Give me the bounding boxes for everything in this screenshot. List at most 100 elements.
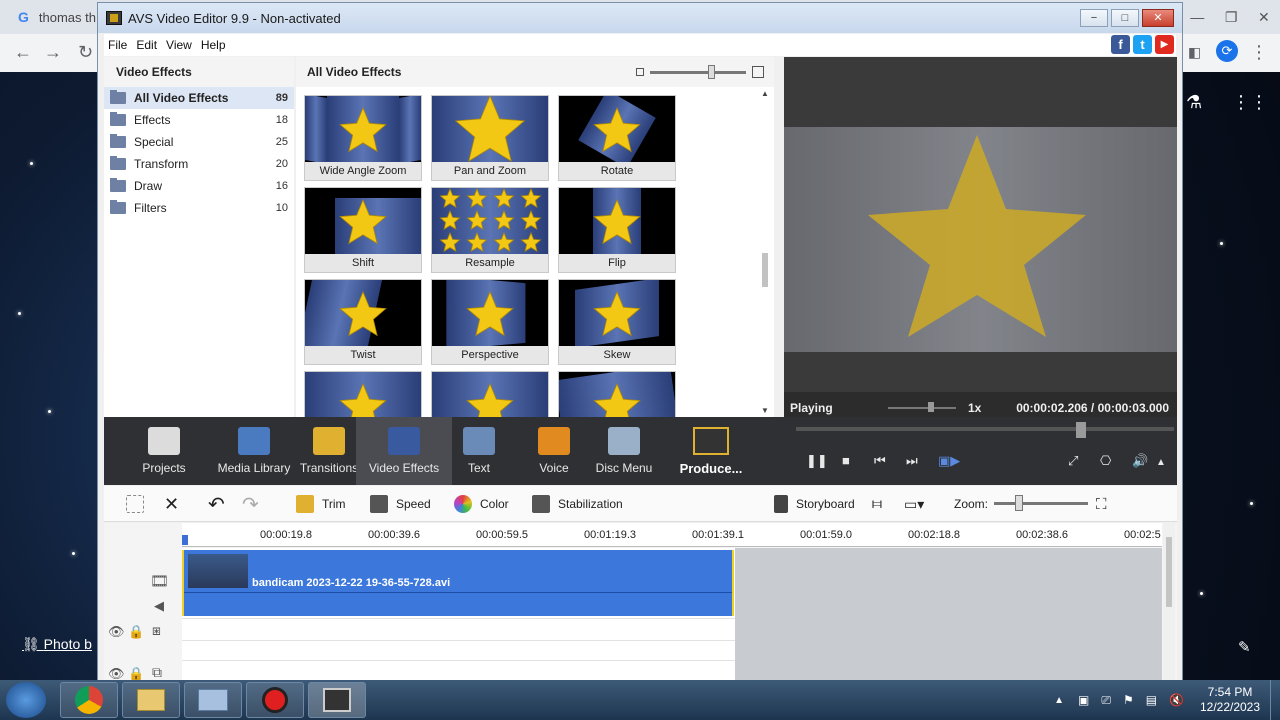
tray-app-icon-2[interactable]: ⎚ [1101,693,1111,708]
thumbnail-size-knob[interactable] [708,64,715,79]
menu-help[interactable]: Help [201,38,226,52]
minimize-icon[interactable]: — [1190,9,1204,25]
menu-file[interactable]: File [108,38,127,52]
effect-tile[interactable] [558,371,676,417]
speaker-muted-icon[interactable]: 🔇 [1169,693,1184,707]
twitter-icon[interactable]: t [1133,35,1152,54]
category-item[interactable]: All Video Effects 89 [104,87,294,109]
visibility-eye-icon[interactable]: 👁 [108,624,125,640]
effect-tile[interactable]: Pan and Zoom [431,95,549,181]
previous-frame-icon[interactable]: ⏮ [874,453,886,469]
audio-mixer-button[interactable]: ⧦ [872,486,882,522]
pause-icon[interactable]: ❚❚ [806,453,828,469]
mute-audio-icon[interactable]: ◀ [154,598,164,614]
profile-sync-icon[interactable]: ⟳ [1216,40,1238,62]
view-options-button[interactable]: ▭▾ [904,486,924,522]
lab-flask-icon[interactable]: ⚗ [1186,92,1202,113]
restore-icon[interactable]: ❐ [1225,9,1238,26]
delete-button[interactable]: ✕ [164,486,179,522]
undo-button[interactable]: ↶ [208,486,225,522]
reload-icon[interactable]: ↻ [78,42,93,63]
taskbar-explorer[interactable] [122,682,180,718]
effect-tile[interactable]: Shift [304,187,422,273]
next-frame-icon[interactable]: ⏭ [906,453,918,469]
scroll-down-icon[interactable]: ▼ [760,406,770,415]
volume-dropdown-icon[interactable]: ▲ [1156,457,1166,468]
taskbar-avs[interactable] [308,682,366,718]
taskbar-chrome[interactable] [60,682,118,718]
effect-tile[interactable]: Wide Angle Zoom [304,95,422,181]
edit-pencil-icon[interactable]: ✎ [1238,638,1251,656]
category-item[interactable]: Effects 18 [104,109,294,131]
preview-frame[interactable] [784,127,1177,352]
close-icon[interactable]: ✕ [1258,9,1270,26]
zoom-knob[interactable] [1015,495,1023,511]
minimize-button[interactable]: − [1080,9,1108,27]
menu-edit[interactable]: Edit [136,38,157,52]
lock-icon[interactable]: 🔒 [128,624,144,640]
extension-icon[interactable]: ◧ [1188,44,1201,61]
browser-menu-icon[interactable]: ⋮ [1250,42,1268,63]
scroll-up-icon[interactable]: ▲ [760,89,770,98]
apps-grid-icon[interactable]: ⋮⋮ [1232,92,1268,113]
tray-expand-icon[interactable]: ▲ [1054,695,1064,706]
taskbar-clock[interactable]: 7:54 PM 12/22/2023 [1190,685,1270,715]
taskbar-computer[interactable] [184,682,242,718]
mode-media-library[interactable]: Media Library [208,417,300,485]
network-icon[interactable]: ▤ [1146,693,1157,707]
playhead-marker[interactable] [182,535,188,545]
effect-tile[interactable]: Perspective [431,279,549,365]
split-button[interactable] [126,486,152,522]
timeline-scroll-thumb[interactable] [1166,537,1172,607]
timeline-scrollbar[interactable] [1163,523,1175,683]
mode-disc-menu[interactable]: Disc Menu [582,417,666,485]
redo-button[interactable]: ↷ [242,486,259,522]
taskbar-bandicam[interactable] [246,682,304,718]
thumbnail-size-slider[interactable] [636,64,764,79]
effect-tile[interactable] [431,371,549,417]
action-center-flag-icon[interactable]: ⚑ [1123,693,1134,707]
stabilization-button[interactable]: Stabilization [532,486,623,522]
trim-button[interactable]: Trim [296,486,346,522]
facebook-icon[interactable]: f [1111,35,1130,54]
menu-view[interactable]: View [166,38,192,52]
grid-scrollbar[interactable]: ▲ ▼ [760,87,770,417]
snapshot-icon[interactable]: ⎔ [1100,453,1111,469]
effect-tile[interactable]: Resample [431,187,549,273]
photo-credit-link[interactable]: ⛓ Photo b [22,636,92,653]
fullscreen-icon[interactable]: ⤢ [1068,453,1078,469]
category-item[interactable]: Transform 20 [104,153,294,175]
effect-tile[interactable]: Skew [558,279,676,365]
mode-voice[interactable]: Voice [524,417,584,485]
grid-scroll-thumb[interactable] [762,253,768,287]
seek-bar[interactable] [796,427,1174,431]
fit-zoom-button[interactable]: ⛶ [1096,486,1107,522]
speed-knob[interactable] [928,402,934,412]
play-selection-icon[interactable]: ▣▶ [938,453,960,469]
effect-tile[interactable] [304,371,422,417]
youtube-icon[interactable]: ▶ [1155,35,1174,54]
speed-button[interactable]: Speed [370,486,431,522]
storyboard-button[interactable]: Storyboard [774,486,855,522]
effect-tile[interactable]: Flip [558,187,676,273]
close-button[interactable]: ✕ [1142,9,1174,27]
maximize-button[interactable]: □ [1111,9,1139,27]
speed-slider[interactable] [888,407,956,409]
seek-knob[interactable] [1075,422,1086,438]
tray-app-icon-1[interactable]: ▣ [1078,693,1089,707]
browser-tab[interactable]: G thomas th [0,0,100,34]
mode-projects[interactable]: Projects [126,417,202,485]
category-item[interactable]: Draw 16 [104,175,294,197]
category-item[interactable]: Special 25 [104,131,294,153]
time-ruler[interactable]: 00:00:19.8 00:00:39.6 00:00:59.5 00:01:19.3… [182,523,1162,547]
forward-arrow-icon[interactable]: → [44,42,62,63]
produce-button[interactable]: Produce... [678,417,744,485]
track-area[interactable]: bandicam 2023-12-22 19-36-55-728.avi [182,548,1162,683]
stop-icon[interactable]: ■ [842,453,850,468]
mode-video-effects[interactable]: Video Effects [356,417,452,485]
zoom-slider[interactable] [994,502,1088,505]
category-item[interactable]: Filters 10 [104,197,294,219]
show-desktop-button[interactable] [1270,680,1280,720]
video-clip[interactable]: bandicam 2023-12-22 19-36-55-728.avi [182,550,734,616]
color-button[interactable]: Color [454,486,509,522]
